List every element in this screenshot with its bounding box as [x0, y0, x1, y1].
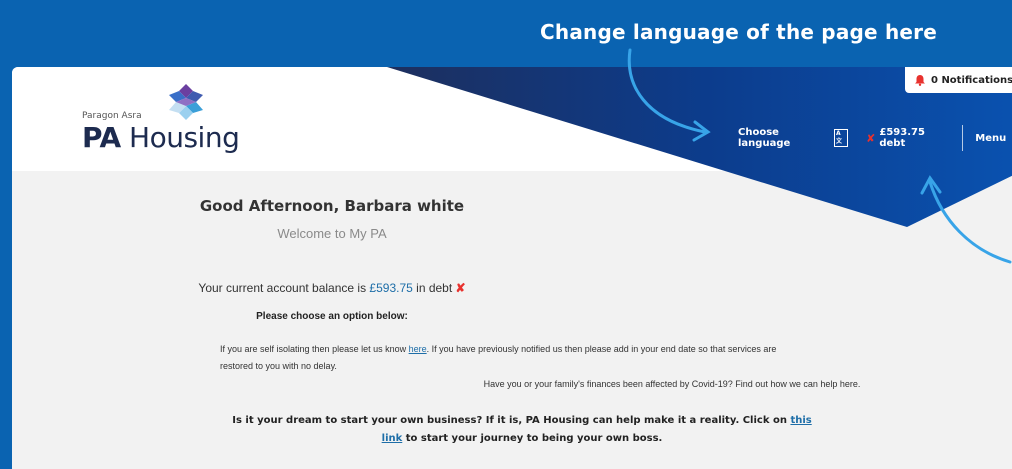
logo-subtitle: Paragon Asra: [82, 111, 142, 121]
self-isolation-link[interactable]: here: [409, 344, 427, 354]
menu-button[interactable]: Menu ☰: [975, 131, 1012, 145]
account-balance: Your current account balance is £593.75 …: [198, 281, 466, 295]
logo-flower-icon: [169, 84, 203, 120]
page-frame: Paragon Asra PA Housing 0 Notifications …: [12, 67, 1012, 469]
notifications-button[interactable]: 0 Notifications: [905, 67, 1012, 93]
logo-title: PA Housing: [82, 121, 240, 154]
welcome-subtitle: Welcome to My PA: [277, 226, 387, 241]
self-isolation-notice: If you are self isolating then please le…: [220, 344, 777, 371]
debt-label: £593.75 debt: [879, 127, 925, 149]
translate-icon: A文: [834, 129, 849, 147]
business-notice: Is it your dream to start your own busin…: [232, 415, 812, 444]
choose-language-label: Choose language: [738, 127, 791, 149]
choose-language-button[interactable]: Choose language A文: [738, 127, 849, 149]
cross-icon: ✘: [455, 281, 466, 295]
bell-icon: [915, 74, 925, 86]
page-title: Good Afternoon, Barbara white: [199, 197, 465, 215]
cross-icon: ✘: [866, 131, 876, 145]
choose-option-heading: Please choose an option below:: [256, 311, 408, 322]
main-nav: Choose language A文 ✘ £593.75 debt Menu ☰: [738, 125, 1012, 151]
annotation-text: Change language of the page here: [540, 20, 937, 44]
notifications-label: 0 Notifications: [931, 74, 1012, 86]
balance-amount: £593.75: [369, 281, 413, 295]
nav-divider: [962, 125, 964, 151]
debt-link[interactable]: ✘ £593.75 debt: [866, 127, 950, 149]
covid-notice: Have you or your family's finances been …: [483, 379, 861, 389]
menu-label: Menu: [975, 132, 1007, 144]
